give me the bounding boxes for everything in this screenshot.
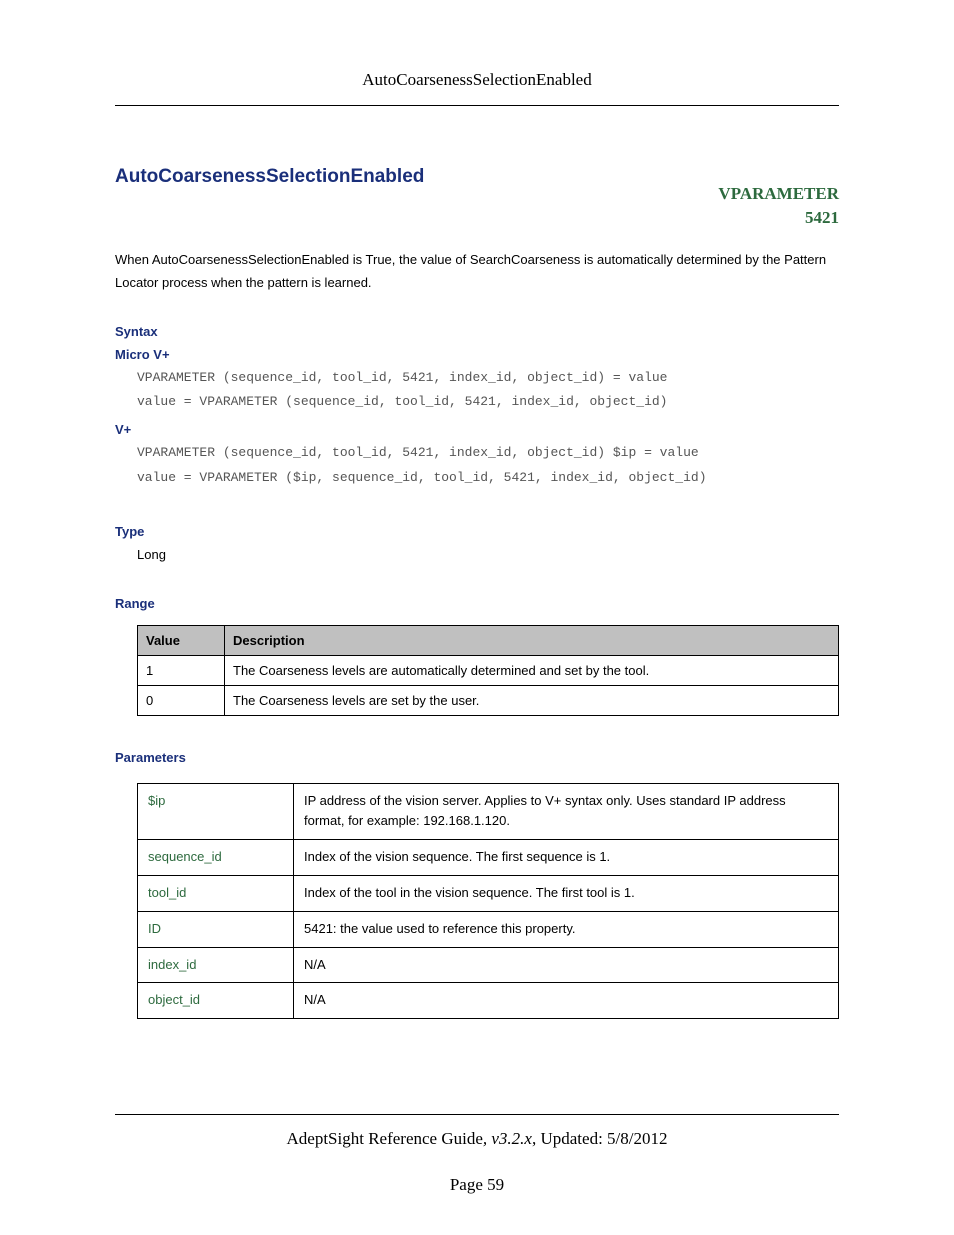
param-desc: IP address of the vision server. Applies… xyxy=(294,783,839,840)
parameters-table: $ip IP address of the vision server. App… xyxy=(137,783,839,1020)
param-desc: Index of the tool in the vision sequence… xyxy=(294,875,839,911)
table-row: index_id N/A xyxy=(138,947,839,983)
range-table: Value Description 1 The Coarseness level… xyxy=(137,625,839,716)
param-name: object_id xyxy=(138,983,294,1019)
table-row: 0 The Coarseness levels are set by the u… xyxy=(138,685,839,715)
vplus-code: VPARAMETER (sequence_id, tool_id, 5421, … xyxy=(137,441,839,489)
table-row: ID 5421: the value used to reference thi… xyxy=(138,911,839,947)
microv-code: VPARAMETER (sequence_id, tool_id, 5421, … xyxy=(137,366,839,414)
table-row: $ip IP address of the vision server. App… xyxy=(138,783,839,840)
footer-version: , v3.2.x xyxy=(483,1129,532,1148)
range-value: 1 xyxy=(138,655,225,685)
table-row: tool_id Index of the tool in the vision … xyxy=(138,875,839,911)
param-desc: 5421: the value used to reference this p… xyxy=(294,911,839,947)
vplus-heading: V+ xyxy=(115,422,839,437)
running-header: AutoCoarsenessSelectionEnabled xyxy=(115,70,839,106)
table-row: 1 The Coarseness levels are automaticall… xyxy=(138,655,839,685)
range-header-value: Value xyxy=(138,625,225,655)
vparam-label: VPARAMETER xyxy=(718,182,839,206)
range-desc: The Coarseness levels are automatically … xyxy=(225,655,839,685)
parameters-heading: Parameters xyxy=(115,750,839,765)
param-name: $ip xyxy=(138,783,294,840)
table-row: object_id N/A xyxy=(138,983,839,1019)
footer-updated: , Updated: 5/8/2012 xyxy=(532,1129,668,1148)
page-title: AutoCoarsenessSelectionEnabled xyxy=(115,166,424,188)
vparameter-badge: VPARAMETER 5421 xyxy=(718,166,839,230)
param-name: sequence_id xyxy=(138,840,294,876)
intro-text: When AutoCoarsenessSelectionEnabled is T… xyxy=(115,248,839,295)
range-value: 0 xyxy=(138,685,225,715)
page-number: Page 59 xyxy=(0,1175,954,1195)
param-desc: Index of the vision sequence. The first … xyxy=(294,840,839,876)
page-footer: AdeptSight Reference Guide, v3.2.x, Upda… xyxy=(0,1114,954,1195)
param-desc: N/A xyxy=(294,947,839,983)
param-name: ID xyxy=(138,911,294,947)
range-desc: The Coarseness levels are set by the use… xyxy=(225,685,839,715)
type-heading: Type xyxy=(115,524,839,539)
param-name: tool_id xyxy=(138,875,294,911)
table-row: sequence_id Index of the vision sequence… xyxy=(138,840,839,876)
param-desc: N/A xyxy=(294,983,839,1019)
microv-heading: Micro V+ xyxy=(115,347,839,362)
vparam-code: 5421 xyxy=(718,206,839,230)
param-name: index_id xyxy=(138,947,294,983)
footer-guide: AdeptSight Reference Guide xyxy=(287,1129,483,1148)
range-heading: Range xyxy=(115,596,839,611)
type-value: Long xyxy=(137,547,839,562)
range-header-description: Description xyxy=(225,625,839,655)
syntax-heading: Syntax xyxy=(115,324,839,339)
